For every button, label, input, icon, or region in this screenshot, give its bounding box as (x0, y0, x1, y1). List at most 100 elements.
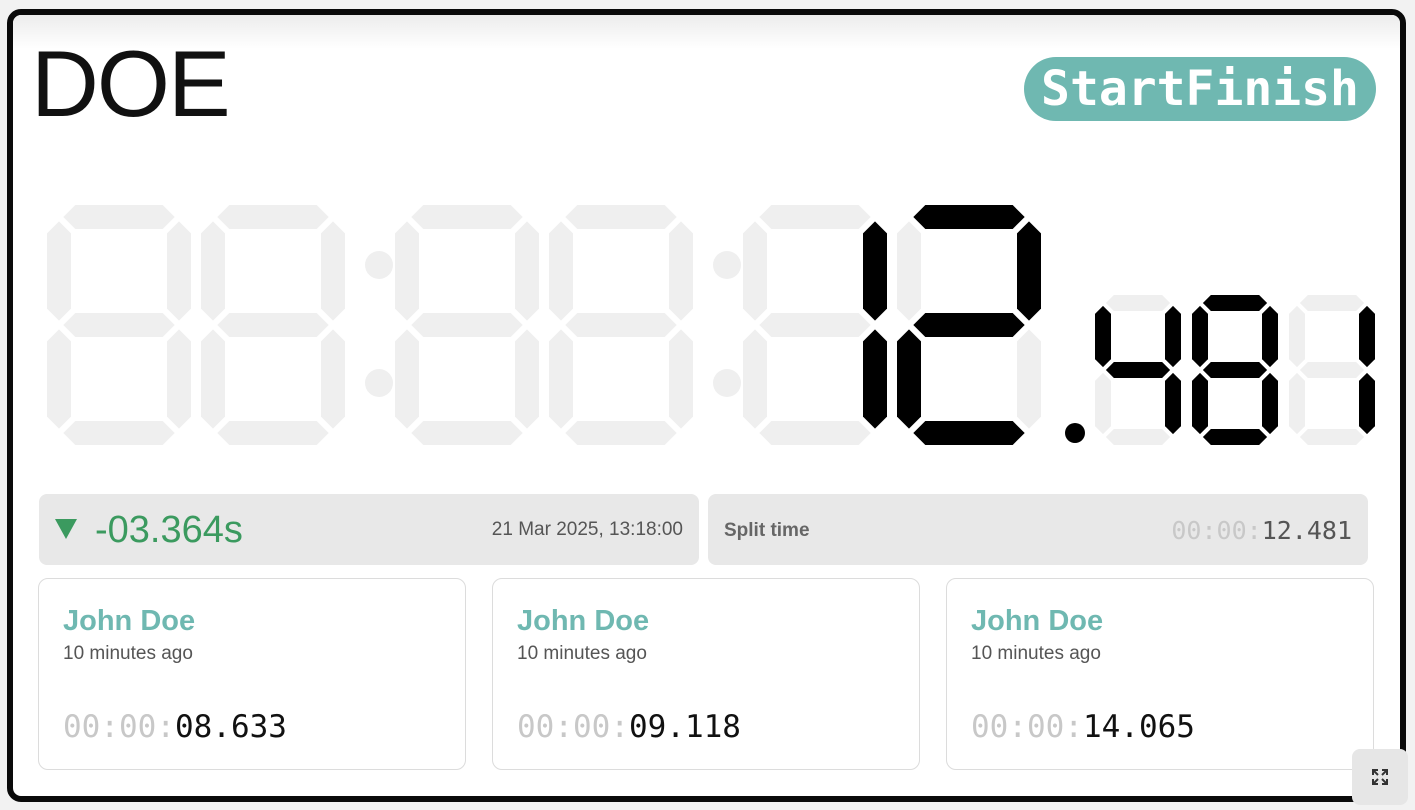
result-time-main: 08.633 (174, 709, 287, 745)
clock-segment (565, 205, 677, 229)
clock-segment (167, 329, 191, 429)
clock-segment (669, 221, 693, 321)
clock-segment (897, 329, 921, 429)
clock-digit (1289, 295, 1375, 445)
clock-segment (1017, 221, 1041, 321)
result-name: John Doe (63, 605, 196, 637)
result-card[interactable]: John Doe 10 minutes ago 00:00:14.065 (946, 578, 1374, 770)
result-time-dim: 00:00: (517, 709, 629, 745)
clock-segment (1202, 362, 1268, 378)
clock-segment (201, 329, 225, 429)
result-time: 00:00:14.065 (971, 709, 1195, 745)
clock-segment (1289, 305, 1305, 368)
result-time: 00:00:08.633 (63, 709, 287, 745)
clock-colon-dot (713, 251, 741, 279)
clock-digit (201, 205, 345, 445)
clock-segment (913, 313, 1025, 337)
brand-badge: StartFinish (1024, 57, 1376, 121)
clock-segment (1165, 305, 1181, 368)
clock-segment (1105, 429, 1171, 445)
clock-segment (897, 221, 921, 321)
clock-segment (395, 329, 419, 429)
split-time-dim: 00:00: (1171, 516, 1262, 545)
split-time-panel: Split time 00:00:12.481 (708, 494, 1368, 565)
clock-segment (515, 329, 539, 429)
result-time-dim: 00:00: (63, 709, 175, 745)
clock-segment (549, 221, 573, 321)
clock-segment (1202, 429, 1268, 445)
clock-segment (1192, 372, 1208, 435)
clock-segment (63, 205, 175, 229)
clock-segment (759, 205, 871, 229)
clock-segment (1359, 305, 1375, 368)
clock-segment (1105, 362, 1171, 378)
difference-panel: -03.364s 21 Mar 2025, 13:18:00 (39, 494, 699, 565)
clock-segment (201, 221, 225, 321)
result-time-main: 09.118 (628, 709, 741, 745)
clock-segment (321, 329, 345, 429)
result-time-dim: 00:00: (971, 709, 1083, 745)
clock-segment (669, 329, 693, 429)
clock-digit (47, 205, 191, 445)
clock-segment (913, 421, 1025, 445)
clock-segment (47, 329, 71, 429)
clock-digit (395, 205, 539, 445)
clock-segment (565, 421, 677, 445)
clock-segment (565, 313, 677, 337)
down-triangle-icon (55, 519, 77, 539)
clock-segment (863, 221, 887, 321)
clock-digit (897, 205, 1041, 445)
clock-segment (217, 421, 329, 445)
result-name: John Doe (517, 605, 650, 637)
clock-segment (1165, 372, 1181, 435)
clock-segment (515, 221, 539, 321)
clock-segment (1017, 329, 1041, 429)
clock-segment (863, 329, 887, 429)
clock-segment (1299, 362, 1365, 378)
clock-segment (47, 221, 71, 321)
clock-segment (1095, 372, 1111, 435)
clock-digit (743, 205, 887, 445)
difference-timestamp: 21 Mar 2025, 13:18:00 (491, 519, 683, 540)
clock-segment (1105, 295, 1171, 311)
timer-screen: DOE StartFinish -03.364s 21 Mar 2025, 13… (7, 9, 1406, 802)
clock-digit (1192, 295, 1278, 445)
clock-segment (217, 313, 329, 337)
clock-segment (63, 313, 175, 337)
split-time-main: 12.481 (1261, 516, 1352, 545)
result-ago: 10 minutes ago (971, 643, 1101, 664)
clock-segment (1359, 372, 1375, 435)
result-card[interactable]: John Doe 10 minutes ago 00:00:09.118 (492, 578, 920, 770)
clock-segment (167, 221, 191, 321)
expand-icon (1372, 769, 1388, 785)
clock-segment (1095, 305, 1111, 368)
clock-segment (411, 205, 523, 229)
clock-decimal-dot (1065, 423, 1085, 443)
clock-segment (759, 421, 871, 445)
result-ago: 10 minutes ago (517, 643, 647, 664)
clock-segment (1192, 305, 1208, 368)
clock-segment (411, 313, 523, 337)
split-time-label: Split time (724, 520, 810, 541)
clock-segment (395, 221, 419, 321)
clock-digit (549, 205, 693, 445)
clock-segment (743, 221, 767, 321)
clock-segment (1289, 372, 1305, 435)
clock-segment (217, 205, 329, 229)
clock-segment (411, 421, 523, 445)
clock-segment (913, 205, 1025, 229)
clock-segment (743, 329, 767, 429)
result-ago: 10 minutes ago (63, 643, 193, 664)
clock-digit (1095, 295, 1181, 445)
clock-segment (1202, 295, 1268, 311)
clock-colon-dot (713, 369, 741, 397)
clock-segment (759, 313, 871, 337)
clock-colon-dot (365, 369, 393, 397)
difference-value: -03.364s (95, 509, 243, 551)
result-card[interactable]: John Doe 10 minutes ago 00:00:08.633 (38, 578, 466, 770)
fullscreen-button[interactable] (1352, 749, 1408, 805)
athlete-name: DOE (31, 31, 231, 136)
clock-segment (1299, 295, 1365, 311)
clock-segment (321, 221, 345, 321)
clock-segment (1262, 372, 1278, 435)
